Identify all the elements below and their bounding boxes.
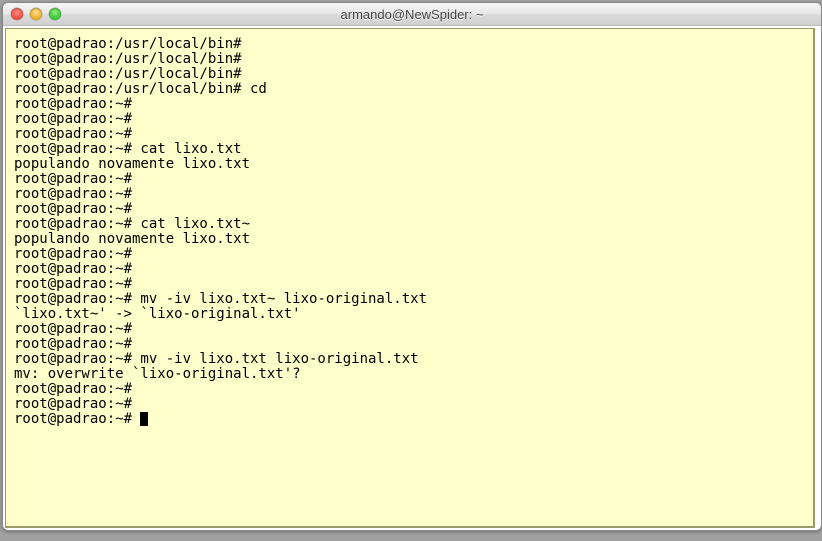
terminal-line: root@padrao:~# bbox=[14, 187, 805, 202]
terminal-line: root@padrao:~# bbox=[14, 247, 805, 262]
terminal-line: mv: overwrite `lixo-original.txt'? bbox=[14, 367, 805, 382]
terminal-line: root@padrao:~# mv -iv lixo.txt lixo-orig… bbox=[14, 352, 805, 367]
zoom-button[interactable] bbox=[49, 8, 61, 20]
terminal-line: root@padrao:~# bbox=[14, 397, 805, 412]
terminal-line: `lixo.txt~' -> `lixo-original.txt' bbox=[14, 307, 805, 322]
terminal-line: root@padrao:~# bbox=[14, 202, 805, 217]
terminal-current-line[interactable]: root@padrao:~# bbox=[14, 412, 805, 427]
cursor bbox=[140, 412, 148, 426]
terminal-line: root@padrao:~# mv -iv lixo.txt~ lixo-ori… bbox=[14, 292, 805, 307]
terminal-line: root@padrao:~# cat lixo.txt~ bbox=[14, 217, 805, 232]
terminal-line: root@padrao:~# bbox=[14, 337, 805, 352]
terminal-line: root@padrao:~# bbox=[14, 322, 805, 337]
prompt-text: root@padrao:~# bbox=[14, 411, 140, 427]
terminal-line: root@padrao:/usr/local/bin# bbox=[14, 67, 805, 82]
terminal-line: root@padrao:~# cat lixo.txt bbox=[14, 142, 805, 157]
terminal-window: armando@NewSpider: ~ root@padrao:/usr/lo… bbox=[2, 2, 822, 531]
window-title: armando@NewSpider: ~ bbox=[3, 7, 821, 22]
terminal-line: root@padrao:~# bbox=[14, 127, 805, 142]
terminal-line: root@padrao:~# bbox=[14, 172, 805, 187]
terminal-line: root@padrao:/usr/local/bin# bbox=[14, 52, 805, 67]
titlebar[interactable]: armando@NewSpider: ~ bbox=[3, 3, 821, 26]
close-button[interactable] bbox=[11, 8, 23, 20]
terminal-line: populando novamente lixo.txt bbox=[14, 157, 805, 172]
terminal-line: root@padrao:/usr/local/bin# bbox=[14, 37, 805, 52]
terminal-line: root@padrao:~# bbox=[14, 382, 805, 397]
terminal-area[interactable]: root@padrao:/usr/local/bin#root@padrao:/… bbox=[5, 28, 815, 528]
terminal-line: root@padrao:~# bbox=[14, 112, 805, 127]
terminal-line: root@padrao:/usr/local/bin# cd bbox=[14, 82, 805, 97]
window-controls bbox=[11, 8, 61, 20]
terminal-line: root@padrao:~# bbox=[14, 277, 805, 292]
terminal-line: populando novamente lixo.txt bbox=[14, 232, 805, 247]
terminal-line: root@padrao:~# bbox=[14, 97, 805, 112]
minimize-button[interactable] bbox=[30, 8, 42, 20]
terminal-wrap: root@padrao:/usr/local/bin#root@padrao:/… bbox=[3, 26, 821, 530]
terminal-line: root@padrao:~# bbox=[14, 262, 805, 277]
